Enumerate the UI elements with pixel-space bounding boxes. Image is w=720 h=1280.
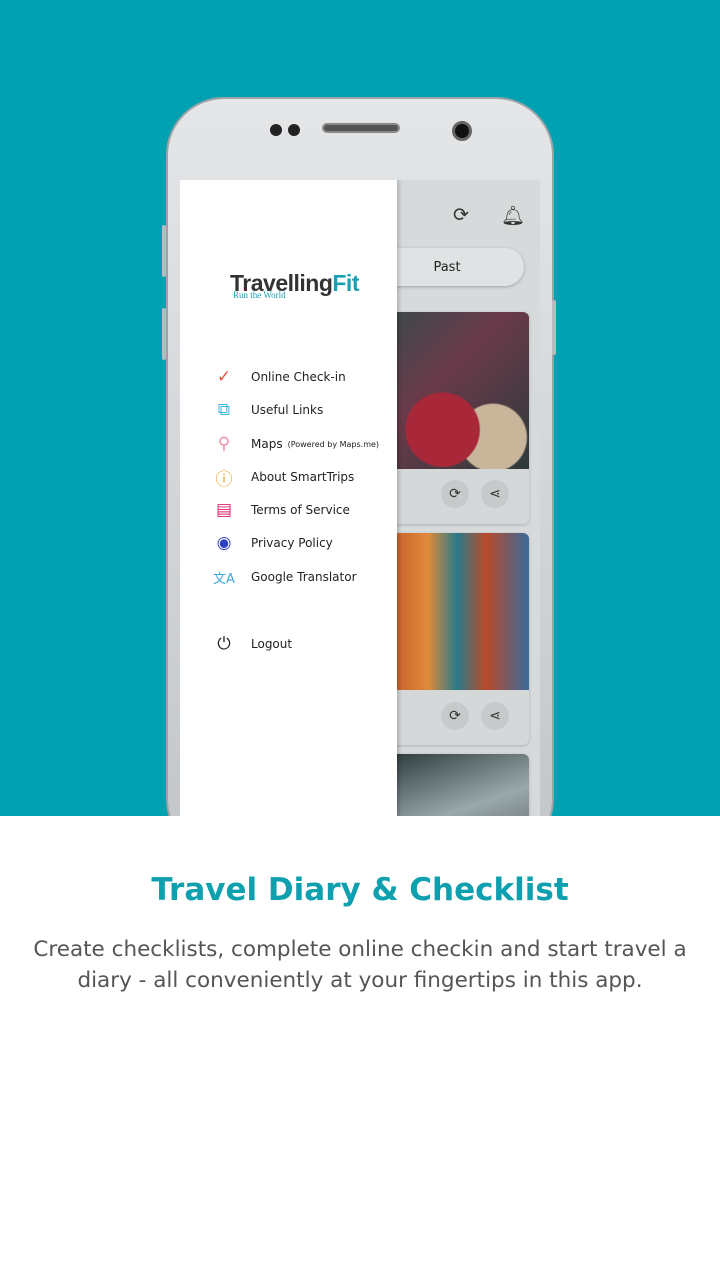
- links-icon: ⧉: [217, 400, 231, 420]
- menu-item-translator[interactable]: 文A Google Translator: [212, 564, 357, 590]
- map-pin-icon: ⚲: [217, 434, 231, 454]
- menu-item-useful-links[interactable]: ⧉ Useful Links: [212, 397, 323, 423]
- sensor-icon: [270, 124, 282, 136]
- menu-label: Useful Links: [251, 403, 324, 417]
- camera-icon: [452, 121, 472, 141]
- document-icon: ▤: [215, 500, 233, 520]
- logo-tagline: Run the World: [233, 290, 286, 300]
- menu-label: Terms of Service: [251, 503, 350, 517]
- logo-text-accent: Fit: [332, 270, 359, 296]
- trip-card[interactable]: ⟳ ⋖: [385, 312, 529, 524]
- share-icon[interactable]: ⋖: [481, 480, 509, 508]
- trip-image: [385, 754, 529, 816]
- menu-label: Maps: [251, 437, 283, 451]
- trip-image: [385, 533, 529, 690]
- volume-button: [162, 225, 166, 277]
- info-icon: ⓘ: [215, 469, 233, 490]
- phone-screen: ⟳ 🔔︎ Past ⟳ ⋖ ⟳ ⋖ TravellingFit Run the …: [180, 180, 540, 816]
- menu-sublabel: (Powered by Maps.me): [287, 439, 380, 449]
- power-button: [552, 300, 556, 355]
- share-icon[interactable]: ⋖: [481, 702, 509, 730]
- trip-image: [385, 312, 529, 469]
- hero-background: ⟳ 🔔︎ Past ⟳ ⋖ ⟳ ⋖ TravellingFit Run the …: [0, 0, 720, 816]
- refresh-icon[interactable]: ⟳: [441, 702, 469, 730]
- power-icon: ⏻: [217, 634, 231, 654]
- menu-item-privacy[interactable]: ◉ Privacy Policy: [212, 530, 333, 556]
- menu-item-about[interactable]: ⓘ About SmartTrips: [212, 464, 355, 490]
- menu-item-terms[interactable]: ▤ Terms of Service: [212, 497, 350, 523]
- menu-item-online-checkin[interactable]: ✓ Online Check-in: [212, 364, 346, 390]
- menu-label: Logout: [251, 637, 293, 651]
- translate-icon: 文A: [213, 571, 235, 587]
- volume-button: [162, 308, 166, 360]
- refresh-icon[interactable]: ⟳: [441, 480, 469, 508]
- bell-icon[interactable]: 🔔︎: [501, 204, 525, 227]
- menu-item-logout[interactable]: ⏻ Logout: [212, 631, 292, 657]
- promo-description: Create checklists, complete online check…: [33, 937, 687, 993]
- trip-card[interactable]: ⟳ ⋖: [385, 533, 529, 745]
- sensor-icon: [288, 124, 300, 136]
- promo-title: Travel Diary & Checklist: [151, 872, 569, 908]
- speaker-grille: [322, 123, 400, 133]
- navigation-drawer: TravellingFit Run the World ✓ Online Chec…: [180, 180, 397, 816]
- refresh-icon[interactable]: ⟳: [453, 204, 469, 226]
- menu-label: Privacy Policy: [251, 536, 333, 550]
- menu-item-maps[interactable]: ⚲ Maps (Powered by Maps.me): [212, 431, 379, 457]
- tab-label: Past: [433, 259, 461, 275]
- trip-card[interactable]: [385, 754, 529, 816]
- eye-icon: ◉: [216, 533, 232, 553]
- menu-label: Online Check-in: [251, 370, 346, 384]
- location-check-icon: ✓: [216, 367, 232, 387]
- menu-label: About SmartTrips: [251, 470, 355, 484]
- menu-label: Google Translator: [251, 570, 357, 584]
